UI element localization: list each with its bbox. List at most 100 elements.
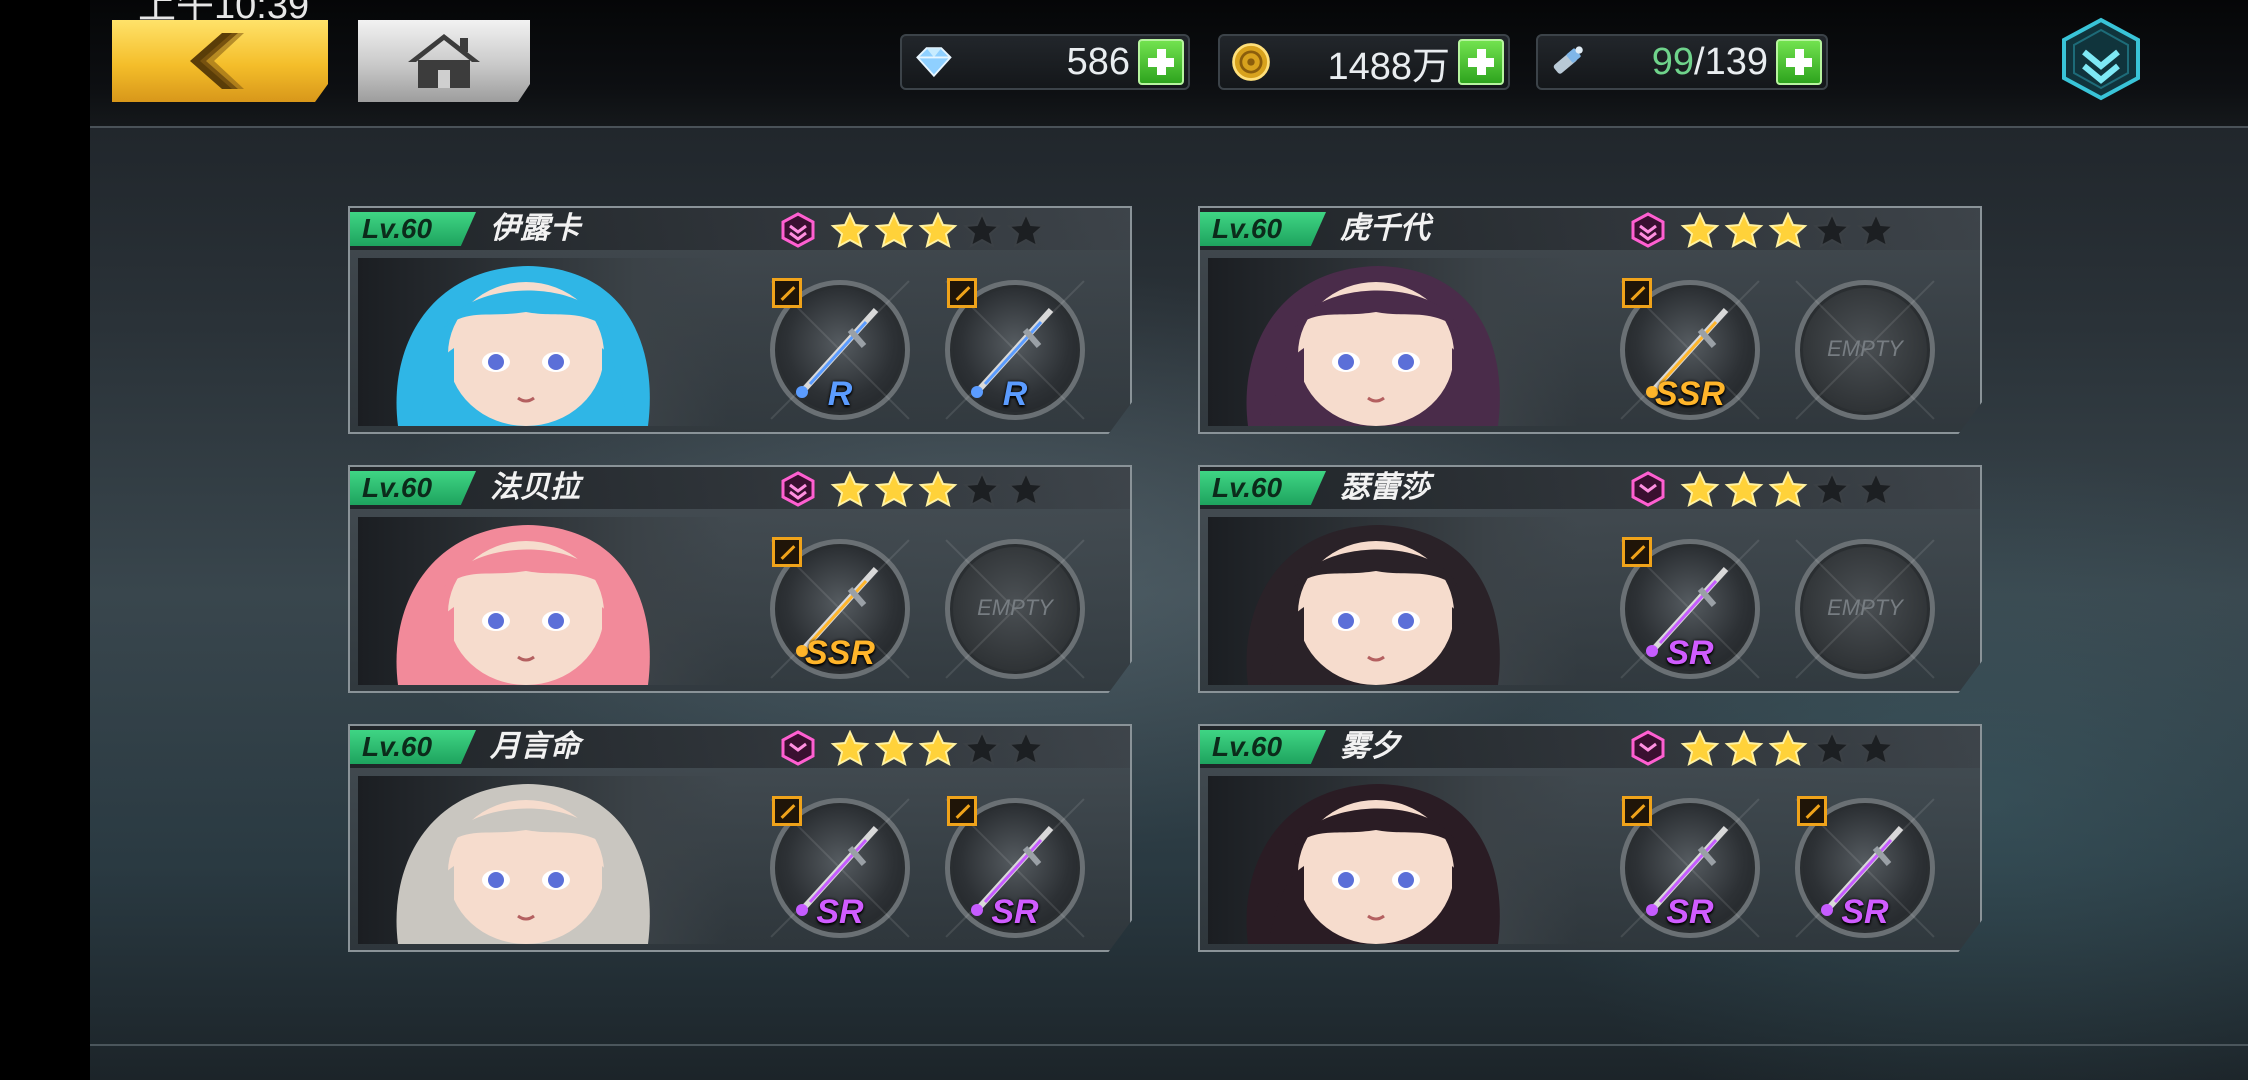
character-portrait	[358, 776, 728, 944]
star-filled-icon	[1768, 471, 1808, 507]
equipment-slot-1[interactable]: SR	[770, 796, 910, 938]
lock-icon	[772, 537, 802, 567]
stamina-value: 99/139	[1651, 40, 1768, 83]
back-arrow-icon	[190, 33, 244, 89]
lock-icon	[947, 278, 977, 308]
star-filled-icon	[1768, 730, 1808, 766]
add-stamina-button[interactable]	[1776, 39, 1822, 85]
rarity-label: SR	[1666, 634, 1714, 672]
star-filled-icon	[918, 730, 958, 766]
lock-icon	[947, 796, 977, 826]
lock-icon	[772, 796, 802, 826]
stamina-counter: 99/139	[1536, 34, 1828, 90]
menu-collapse-button[interactable]	[2058, 16, 2144, 102]
star-filled-icon	[1724, 730, 1764, 766]
character-card[interactable]: Lv.60 法贝拉 SSR EMPTY	[348, 465, 1132, 693]
portrait-art	[358, 776, 728, 944]
character-card[interactable]: Lv.60 瑟蕾莎 SR EMPTY	[1198, 465, 1982, 693]
star-filled-icon	[1680, 471, 1720, 507]
back-button[interactable]	[112, 20, 328, 102]
gold-coin-icon	[1226, 37, 1276, 87]
star-filled-icon	[874, 212, 914, 248]
divider	[90, 1044, 2248, 1046]
rarity-label: SSR	[1655, 375, 1725, 413]
equipment-slot-2[interactable]: SR	[945, 796, 1085, 938]
star-rating	[830, 471, 1046, 507]
diamond-counter: 586	[900, 34, 1190, 90]
portrait-art	[1208, 517, 1578, 685]
stamina-icon	[1544, 37, 1594, 87]
equipment-slot-1[interactable]: SSR	[770, 537, 910, 679]
star-rating	[1680, 212, 1896, 248]
level-badge: Lv.60	[1200, 730, 1326, 764]
character-card[interactable]: Lv.60 虎千代 SSR EMPTY	[1198, 206, 1982, 434]
equipment-slot-2[interactable]: SR	[1795, 796, 1935, 938]
rarity-label: SR	[1841, 893, 1889, 931]
rarity-label: SR	[1666, 893, 1714, 931]
level-badge: Lv.60	[350, 471, 476, 505]
star-filled-icon	[830, 471, 870, 507]
star-filled-icon	[1768, 212, 1808, 248]
star-empty-icon	[1856, 730, 1896, 766]
rarity-label: R	[827, 375, 853, 413]
equipment-slot-2[interactable]: EMPTY	[1795, 280, 1935, 420]
star-empty-icon	[1812, 471, 1852, 507]
home-icon	[408, 34, 480, 88]
add-gold-button[interactable]	[1458, 39, 1504, 85]
character-portrait	[1208, 258, 1578, 426]
lock-icon	[1622, 278, 1652, 308]
star-filled-icon	[830, 212, 870, 248]
rank-chevron-icon	[781, 212, 815, 248]
star-empty-icon	[962, 471, 1002, 507]
star-filled-icon	[874, 471, 914, 507]
equipment-slot-1[interactable]: R	[770, 278, 910, 420]
add-diamond-button[interactable]	[1138, 39, 1184, 85]
lock-icon	[772, 278, 802, 308]
equipment-slot-1[interactable]: SSR	[1620, 278, 1760, 420]
star-empty-icon	[962, 730, 1002, 766]
character-name: 伊露卡	[490, 212, 580, 245]
lock-icon	[1622, 796, 1652, 826]
character-portrait	[358, 258, 728, 426]
level-badge: Lv.60	[1200, 471, 1326, 505]
star-empty-icon	[962, 212, 1002, 248]
level-badge: Lv.60	[350, 730, 476, 764]
diamond-icon	[908, 37, 958, 87]
character-portrait	[1208, 517, 1578, 685]
character-name: 月言命	[490, 730, 580, 763]
empty-slot-label: EMPTY	[1827, 336, 1903, 361]
equipment-slot-1[interactable]: SR	[1620, 537, 1760, 679]
rarity-label: SR	[991, 893, 1039, 931]
star-filled-icon	[1724, 212, 1764, 248]
star-filled-icon	[918, 471, 958, 507]
star-filled-icon	[1724, 471, 1764, 507]
gold-counter: 1488万	[1218, 34, 1510, 90]
gold-value: 1488万	[1327, 45, 1450, 88]
star-empty-icon	[1006, 730, 1046, 766]
lock-icon	[1622, 537, 1652, 567]
character-name: 虎千代	[1340, 212, 1430, 245]
portrait-art	[1208, 776, 1578, 944]
equipment-slot-1[interactable]: SR	[1620, 796, 1760, 938]
star-filled-icon	[1680, 212, 1720, 248]
star-filled-icon	[918, 212, 958, 248]
character-card[interactable]: Lv.60 雾夕 SR SR	[1198, 724, 1982, 952]
star-rating	[830, 212, 1046, 248]
equipment-slot-2[interactable]: EMPTY	[945, 539, 1085, 679]
equipment-slot-2[interactable]: R	[945, 278, 1085, 420]
star-empty-icon	[1812, 730, 1852, 766]
character-card[interactable]: Lv.60 伊露卡 R R	[348, 206, 1132, 434]
character-portrait	[1208, 776, 1578, 944]
rarity-label: SSR	[805, 634, 875, 672]
home-button[interactable]	[358, 20, 530, 102]
portrait-art	[1208, 258, 1578, 426]
character-name: 法贝拉	[490, 471, 580, 504]
rank-chevron-icon	[1631, 471, 1665, 507]
level-badge: Lv.60	[350, 212, 476, 246]
rarity-label: SR	[816, 893, 864, 931]
character-name: 瑟蕾莎	[1340, 471, 1430, 504]
character-card[interactable]: Lv.60 月言命 SR SR	[348, 724, 1132, 952]
equipment-slot-2[interactable]: EMPTY	[1795, 539, 1935, 679]
star-rating	[830, 730, 1046, 766]
game-screen: 上午10:39 586 1488万 99/139 Lv.60 伊露卡 R R L…	[90, 0, 2248, 1080]
